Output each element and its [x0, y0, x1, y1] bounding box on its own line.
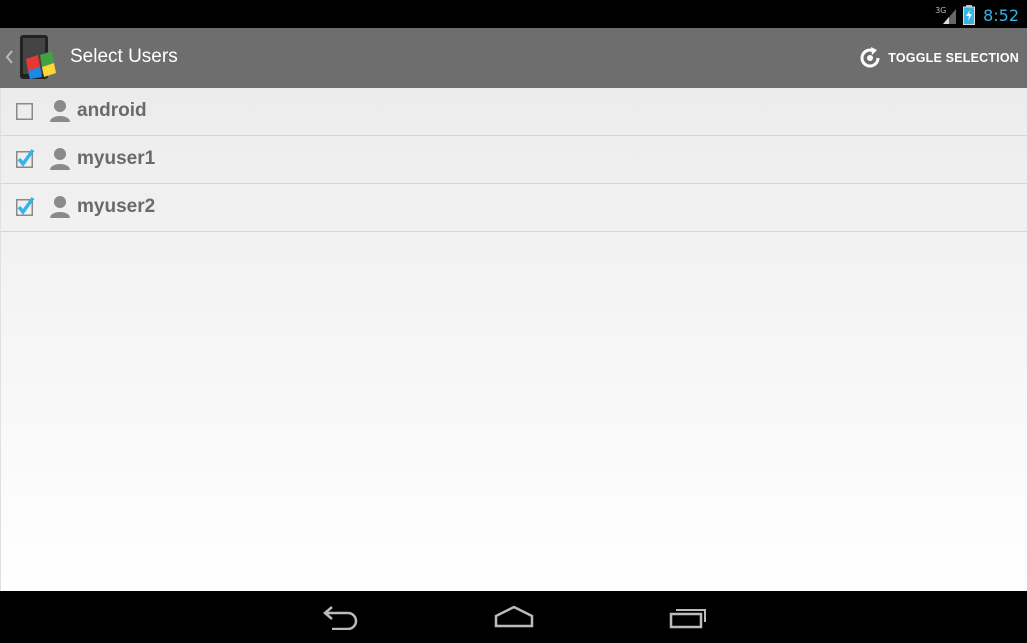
recent-apps-icon[interactable]: [668, 604, 708, 630]
checkbox-checked[interactable]: [16, 196, 35, 216]
person-icon: [50, 196, 70, 218]
user-name: myuser1: [77, 148, 156, 169]
user-list: android myuser1 myuser2: [0, 88, 1027, 591]
user-name: myuser2: [77, 196, 156, 217]
user-row-myuser2[interactable]: myuser2: [1, 184, 1027, 232]
checkbox-unchecked[interactable]: [16, 103, 33, 120]
status-icons: 3G 8:52: [935, 4, 1019, 26]
battery-icon: [963, 5, 976, 25]
home-icon[interactable]: [493, 604, 535, 630]
checkbox-checked[interactable]: [16, 148, 35, 168]
person-icon: [50, 148, 70, 170]
back-icon[interactable]: [320, 604, 360, 630]
toggle-selection-label: TOGGLE SELECTION: [888, 51, 1019, 65]
signal-icon: 3G: [935, 5, 957, 25]
app-logo-icon[interactable]: [16, 33, 64, 83]
navigation-bar: [0, 591, 1027, 643]
status-bar: 3G 8:52: [0, 0, 1027, 28]
person-icon: [50, 100, 70, 122]
page-title: Select Users: [70, 46, 178, 67]
up-caret-icon[interactable]: [4, 47, 14, 67]
refresh-icon: [860, 47, 880, 68]
user-name: android: [77, 100, 147, 121]
action-bar: Select Users TOGGLE SELECTION: [0, 28, 1027, 89]
user-row-android[interactable]: android: [1, 88, 1027, 136]
network-type-label: 3G: [935, 6, 947, 15]
clock: 8:52: [983, 5, 1019, 25]
toggle-selection-button[interactable]: TOGGLE SELECTION: [858, 42, 1019, 74]
user-row-myuser1[interactable]: myuser1: [1, 136, 1027, 184]
